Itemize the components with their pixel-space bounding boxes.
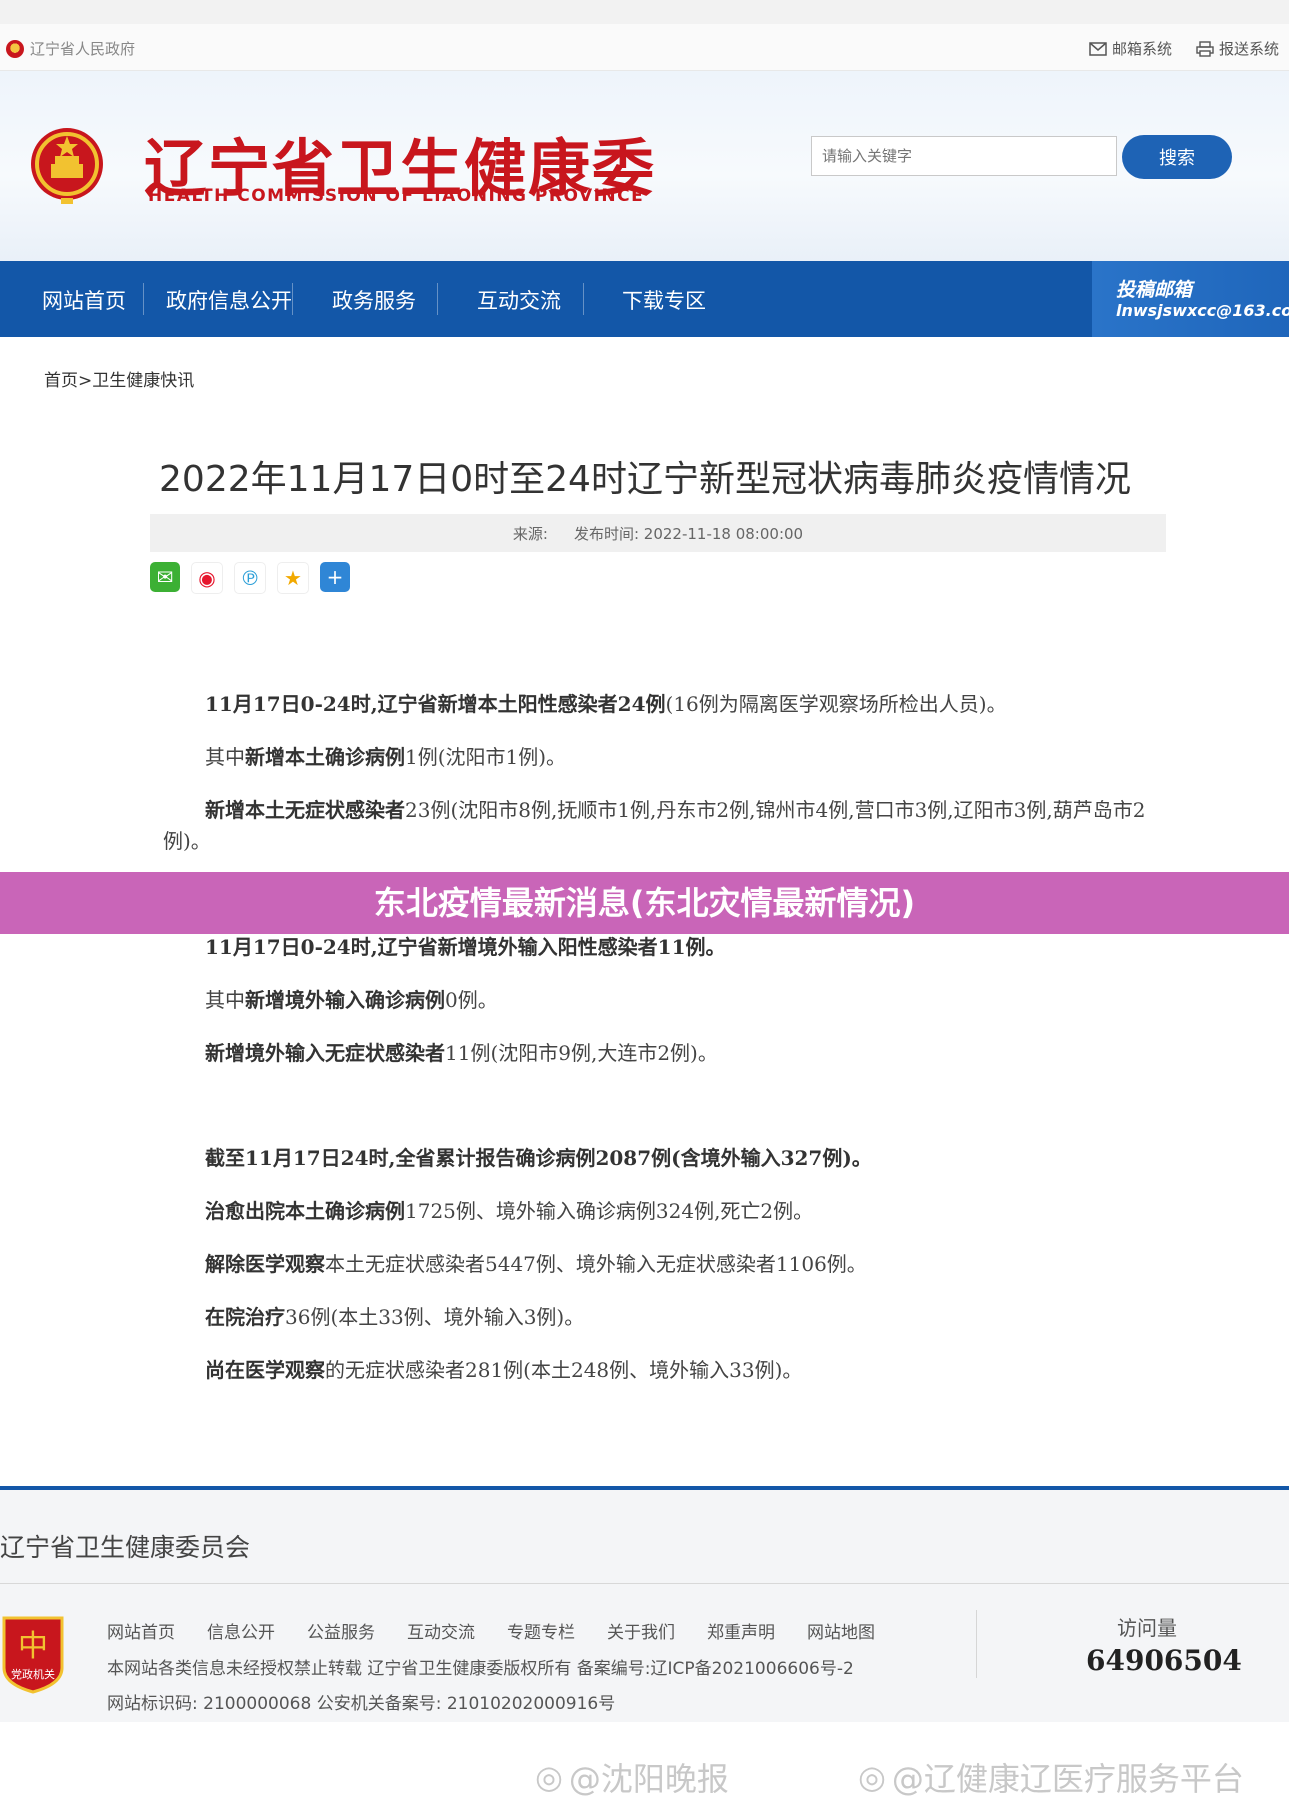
article-paragraph: 截至11月17日24时,全省累计报告确诊病例2087例(含境外输入327例)。	[205, 1143, 1155, 1174]
para-bold: 新增本土确诊病例	[245, 745, 405, 769]
gov-link-label: 辽宁省人民政府	[30, 40, 136, 58]
article-paragraph: 11月17日0-24时,辽宁省新增本土阳性感染者24例(16例为隔离医学观察场所…	[205, 689, 1155, 720]
gov-link[interactable]: 辽宁省人民政府	[6, 38, 135, 59]
watermark-right-text: @辽健康辽医疗服务平台	[891, 1760, 1244, 1798]
footer-link[interactable]: 专题专栏	[507, 1618, 575, 1643]
article-paragraph: 解除医学观察本土无症状感染者5447例、境外输入无症状感染者1106例。	[205, 1249, 1155, 1280]
pengyou-share-icon[interactable]: ℗	[234, 562, 266, 594]
report-system-link[interactable]: 报送系统	[1196, 38, 1279, 59]
para-bold: 截至11月17日24时,全省累计报告确诊病例2087例(含境外输入327例)。	[205, 1146, 872, 1170]
wechat-share-icon[interactable]: ✉	[150, 562, 180, 592]
publish-time: 发布时间: 2022-11-18 08:00:00	[573, 524, 804, 543]
nav-item-gov-info[interactable]: 政府信息公开	[166, 285, 292, 315]
weibo-watermark-icon: ◎	[858, 1758, 886, 1796]
report-system-label: 报送系统	[1218, 40, 1279, 58]
watermark-right: ◎ @辽健康辽医疗服务平台	[858, 1754, 1244, 1800]
visit-count: 64906504	[1086, 1644, 1242, 1677]
search-button[interactable]: 搜索	[1122, 135, 1232, 179]
para-bold: 新增境外输入无症状感染者	[205, 1041, 445, 1065]
para-bold: 在院治疗	[205, 1305, 285, 1329]
top-bar: 辽宁省人民政府 邮箱系统 报送系统	[0, 24, 1289, 71]
para-text: 36例(本土33例、境外输入3例)。	[285, 1305, 585, 1329]
nav-separator	[292, 283, 293, 315]
article-paragraph: 其中新增境外输入确诊病例0例。	[205, 985, 1155, 1016]
para-text: 的无症状感染者281例(本土248例、境外输入33例)。	[325, 1358, 803, 1382]
article-paragraph: 新增境外输入无症状感染者11例(沈阳市9例,大连市2例)。	[205, 1038, 1155, 1069]
submission-mail-box[interactable]: 投稿邮箱 lnwsjswxcc@163.com	[1092, 261, 1289, 337]
footer-link[interactable]: 信息公开	[207, 1618, 275, 1643]
mail-icon	[1089, 41, 1107, 56]
mail-system-link[interactable]: 邮箱系统	[1089, 38, 1172, 59]
article-paragraph: 尚在医学观察的无症状感染者281例(本土248例、境外输入33例)。	[205, 1355, 1155, 1386]
para-bold: 解除医学观察	[205, 1252, 325, 1276]
article-paragraph: 在院治疗36例(本土33例、境外输入3例)。	[205, 1302, 1155, 1333]
footer-link[interactable]: 关于我们	[607, 1618, 675, 1643]
article-title: 2022年11月17日0时至24时辽宁新型冠状病毒肺炎疫情情况	[159, 459, 1131, 500]
para-bold: 尚在医学观察	[205, 1358, 325, 1382]
party-gov-badge-icon[interactable]: 中 党政机关	[0, 1612, 66, 1694]
footer-vertical-divider	[976, 1610, 977, 1678]
footer-link[interactable]: 互动交流	[407, 1618, 475, 1643]
para-bold: 新增本土无症状感染者	[205, 798, 405, 822]
favorite-share-icon[interactable]: ★	[277, 562, 309, 594]
para-text: 0例。	[445, 988, 498, 1012]
watermark-left-text: @沈阳晚报	[568, 1760, 729, 1798]
nav-item-interaction[interactable]: 互动交流	[477, 285, 561, 315]
footer-org-name: 辽宁省卫生健康委员会	[0, 1533, 251, 1562]
para-bold: 11月17日0-24时,辽宁省新增本土阳性感染者24例	[205, 692, 666, 716]
article-paragraph: 新增本土无症状感染者23例(沈阳市8例,抚顺市1例,丹东市2例,锦州市4例,营口…	[163, 795, 1155, 857]
nav-item-downloads[interactable]: 下载专区	[622, 285, 706, 315]
top-gap	[0, 0, 1289, 24]
para-bold: 治愈出院本土确诊病例	[205, 1199, 405, 1223]
source-label: 来源:	[512, 524, 548, 543]
share-bar: ✉ ◉ ℗ ★ +	[150, 562, 350, 594]
para-text: 1725例、境外输入确诊病例324例,死亡2例。	[405, 1199, 814, 1223]
article-meta: 来源: 发布时间: 2022-11-18 08:00:00	[150, 514, 1166, 552]
footer-divider	[0, 1583, 1289, 1584]
mail-system-label: 邮箱系统	[1111, 40, 1172, 58]
para-bold: 11月17日0-24时,辽宁省新增境外输入阳性感染者11例。	[205, 935, 726, 959]
visit-count-label: 访问量	[1117, 1616, 1177, 1640]
nav-separator	[583, 283, 584, 315]
more-share-icon[interactable]: +	[320, 562, 350, 592]
article-paragraph: 治愈出院本土确诊病例1725例、境外输入确诊病例324例,死亡2例。	[205, 1196, 1155, 1227]
para-text: 11例(沈阳市9例,大连市2例)。	[445, 1041, 718, 1065]
site-subtitle: HEALTH COMMISSION OF LIAONING PROVINCE	[148, 186, 645, 206]
article-paragraph: 11月17日0-24时,辽宁省新增境外输入阳性感染者11例。	[205, 932, 1155, 963]
para-bold: 新增境外输入确诊病例	[245, 988, 445, 1012]
nav-item-services[interactable]: 政务服务	[332, 285, 416, 315]
overlay-title-banner: 东北疫情最新消息(东北灾情最新情况)	[0, 872, 1289, 934]
main-nav: 网站首页 政府信息公开 政务服务 互动交流 下载专区 投稿邮箱 lnwsjswx…	[0, 261, 1289, 337]
national-emblem-icon	[31, 128, 103, 204]
watermark-left: ◎ @沈阳晚报	[535, 1754, 729, 1800]
footer	[0, 1490, 1289, 1722]
para-text: 1例(沈阳市1例)。	[405, 745, 567, 769]
para-text: 本土无症状感染者5447例、境外输入无症状感染者1106例。	[325, 1252, 867, 1276]
footer-site-ids: 网站标识码: 2100000068 公安机关备案号: 2101020200091…	[107, 1694, 616, 1714]
para-text: (16例为隔离医学观察场所检出人员)。	[665, 692, 1007, 716]
breadcrumb[interactable]: 首页>卫生健康快讯	[44, 366, 194, 391]
nav-item-home[interactable]: 网站首页	[42, 285, 126, 315]
footer-link[interactable]: 网站首页	[107, 1618, 175, 1643]
nav-separator	[143, 283, 144, 315]
weibo-share-icon[interactable]: ◉	[191, 562, 223, 594]
footer-links: 网站首页 信息公开 公益服务 互动交流 专题专栏 关于我们 郑重声明 网站地图	[107, 1618, 875, 1643]
submission-mail-label: 投稿邮箱	[1116, 279, 1193, 301]
para-text: 其中	[205, 745, 245, 769]
badge-glyph: 中	[18, 1629, 48, 1664]
article-paragraph: 其中新增本土确诊病例1例(沈阳市1例)。	[205, 742, 1155, 773]
footer-copyright: 本网站各类信息未经授权禁止转载 辽宁省卫生健康委版权所有 备案编号:辽ICP备2…	[107, 1659, 854, 1679]
para-text: 其中	[205, 988, 245, 1012]
search-input[interactable]	[811, 136, 1117, 176]
submission-mail-address: lnwsjswxcc@163.com	[1116, 301, 1289, 320]
footer-link[interactable]: 郑重声明	[707, 1618, 775, 1643]
badge-text: 党政机关	[11, 1667, 55, 1681]
emblem-small-icon	[6, 39, 24, 58]
nav-separator	[437, 283, 438, 315]
printer-icon	[1196, 40, 1214, 57]
weibo-watermark-icon: ◎	[535, 1758, 563, 1796]
footer-link[interactable]: 公益服务	[307, 1618, 375, 1643]
footer-link[interactable]: 网站地图	[807, 1618, 875, 1643]
